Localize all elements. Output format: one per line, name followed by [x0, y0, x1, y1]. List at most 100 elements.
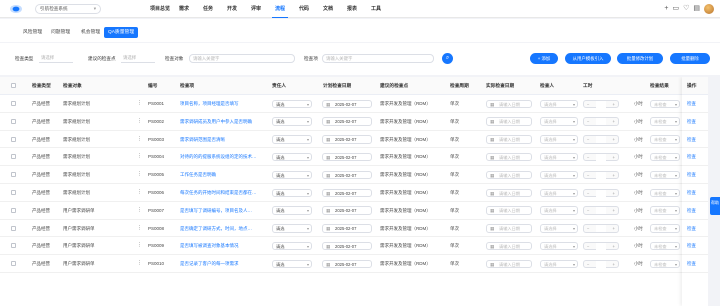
minus-icon[interactable]: − [587, 172, 589, 179]
object-search-input[interactable]: 请输入关键字 [189, 54, 295, 63]
checker-select[interactable]: 请选择 ▾ [540, 117, 578, 126]
hours-stepper[interactable]: − + [583, 224, 619, 233]
add-button[interactable]: + 添加 [530, 53, 558, 64]
help-side-tab[interactable]: 帮助 [710, 197, 720, 215]
search-button[interactable]: ⌕ [442, 53, 453, 64]
owner-select[interactable]: 请选 ▾ [272, 241, 312, 251]
result-select[interactable]: 未检查 ▾ [650, 206, 680, 215]
actual-date-picker[interactable]: ▦ 请输入日期 [486, 241, 532, 251]
tab-opportunity[interactable]: 机会管理 [77, 27, 104, 38]
minus-icon[interactable]: − [587, 101, 589, 108]
actual-date-picker[interactable]: ▦ 请输入日期 [486, 188, 532, 197]
checker-select[interactable]: 请选择 ▾ [540, 99, 578, 108]
check-action-link[interactable]: 检查 [682, 113, 708, 131]
batch-delete-button[interactable]: 批量删除 [670, 53, 710, 64]
cell-item-link[interactable]: 对待的的的提服系统设组的定的技术… [180, 148, 265, 165]
actual-date-picker[interactable]: ▦ 请输入日期 [486, 117, 532, 126]
more-icon[interactable]: ⋮ [137, 184, 142, 201]
plus-icon[interactable]: + [613, 154, 615, 161]
minus-icon[interactable]: − [587, 261, 589, 268]
row-checkbox[interactable] [11, 172, 16, 178]
minus-icon[interactable]: − [587, 190, 589, 197]
notification-icon[interactable]: ♡ [683, 3, 689, 14]
type-filter-select[interactable]: 请选择 [39, 54, 73, 63]
actual-date-picker[interactable]: ▦ 请输入日期 [486, 224, 532, 233]
nav-item[interactable]: 开发 [220, 0, 244, 18]
hours-input[interactable] [596, 153, 606, 161]
tab-issue[interactable]: 问题管理 [47, 27, 74, 38]
plan-date-picker[interactable]: ▦ 2025-02-07 [322, 135, 372, 144]
check-action-link[interactable]: 检查 [682, 184, 708, 202]
result-select[interactable]: 未检查 ▾ [650, 170, 680, 180]
cell-item-link[interactable]: 是否确定了调研方式，时间，地点… [180, 220, 265, 237]
owner-select[interactable]: 请选 ▾ [272, 99, 312, 108]
nav-item[interactable]: 代码 [292, 0, 316, 18]
actual-date-picker[interactable]: ▦ 请输入日期 [486, 99, 532, 108]
result-select[interactable]: 未检查 ▾ [650, 99, 680, 108]
cell-item-link[interactable]: 每次任务的开始时间和结束是否都在… [180, 184, 265, 201]
hours-input[interactable] [596, 207, 606, 215]
cell-item-link[interactable]: 是否记录了客户的每一项需求 [180, 255, 265, 272]
plus-icon[interactable]: + [613, 207, 615, 214]
row-checkbox[interactable] [11, 136, 16, 142]
result-select[interactable]: 未检查 ▾ [650, 152, 680, 162]
import-template-button[interactable]: 从用户模板引入 [565, 53, 611, 64]
checker-select[interactable]: 请选择 ▾ [540, 170, 578, 180]
check-action-link[interactable]: 检查 [682, 166, 708, 184]
hours-stepper[interactable]: − + [583, 188, 619, 197]
actual-date-picker[interactable]: ▦ 请输入日期 [486, 135, 532, 144]
tab-risk[interactable]: 风险管理 [19, 27, 46, 38]
plus-icon[interactable]: + [613, 243, 615, 250]
check-action-link[interactable]: 检查 [682, 255, 708, 273]
nav-item[interactable]: 项目总览 [148, 0, 172, 18]
check-action-link[interactable]: 检查 [682, 202, 708, 220]
cell-item-link[interactable]: 工作任务是否明确 [180, 166, 265, 183]
hours-input[interactable] [596, 100, 606, 108]
owner-select[interactable]: 请选 ▾ [272, 117, 312, 126]
hours-stepper[interactable]: − + [583, 99, 619, 108]
plan-date-picker[interactable]: ▦ 2025-02-07 [322, 170, 372, 180]
nav-item[interactable]: 任务 [196, 0, 220, 18]
more-icon[interactable]: ⋮ [137, 131, 142, 148]
more-icon[interactable]: ⋮ [137, 95, 142, 112]
message-icon[interactable]: ▭ [672, 3, 679, 14]
result-select[interactable]: 未检查 ▾ [650, 224, 680, 233]
plan-date-picker[interactable]: ▦ 2025-02-07 [322, 224, 372, 233]
row-checkbox[interactable] [11, 243, 16, 249]
row-checkbox[interactable] [11, 207, 16, 213]
owner-select[interactable]: 请选 ▾ [272, 259, 312, 269]
check-action-link[interactable]: 检查 [682, 148, 708, 167]
check-action-link[interactable]: 检查 [682, 220, 708, 238]
hours-stepper[interactable]: − + [583, 241, 619, 251]
row-checkbox[interactable] [11, 154, 16, 160]
hours-stepper[interactable]: − + [583, 206, 619, 215]
hours-stepper[interactable]: − + [583, 117, 619, 126]
batch-edit-plan-button[interactable]: 批量修改计划 [617, 53, 663, 64]
cell-item-link[interactable]: 是否填写了调研编号，项目名及人… [180, 202, 265, 219]
owner-select[interactable]: 请选 ▾ [272, 135, 312, 144]
item-search-input[interactable]: 请输入关键字 [322, 54, 434, 63]
more-icon[interactable]: ⋮ [137, 113, 142, 130]
checker-select[interactable]: 请选择 ▾ [540, 259, 578, 269]
minus-icon[interactable]: − [587, 243, 589, 250]
actual-date-picker[interactable]: ▦ 请输入日期 [486, 170, 532, 180]
more-icon[interactable]: ⋮ [137, 237, 142, 254]
nav-item[interactable]: 文档 [316, 0, 340, 18]
minus-icon[interactable]: − [587, 118, 589, 125]
select-all-checkbox[interactable] [11, 83, 16, 88]
result-select[interactable]: 未检查 ▾ [650, 259, 680, 269]
hours-input[interactable] [596, 260, 606, 268]
owner-select[interactable]: 请选 ▾ [272, 206, 312, 215]
more-icon[interactable]: ⋮ [137, 220, 142, 237]
plan-date-picker[interactable]: ▦ 2025-02-07 [322, 206, 372, 215]
result-select[interactable]: 未检查 ▾ [650, 241, 680, 251]
owner-select[interactable]: 请选 ▾ [272, 170, 312, 180]
plus-icon[interactable]: + [613, 101, 615, 108]
hours-input[interactable] [596, 171, 606, 179]
cell-item-link[interactable]: 需求调研成员及用户中参入是否明确 [180, 113, 265, 130]
actual-date-picker[interactable]: ▦ 请输入日期 [486, 206, 532, 215]
plan-date-picker[interactable]: ▦ 2025-02-07 [322, 188, 372, 197]
plus-icon[interactable]: + [613, 225, 615, 232]
more-icon[interactable]: ⋮ [137, 148, 142, 165]
checkpoint-filter-select[interactable]: 请选择 [121, 54, 155, 63]
